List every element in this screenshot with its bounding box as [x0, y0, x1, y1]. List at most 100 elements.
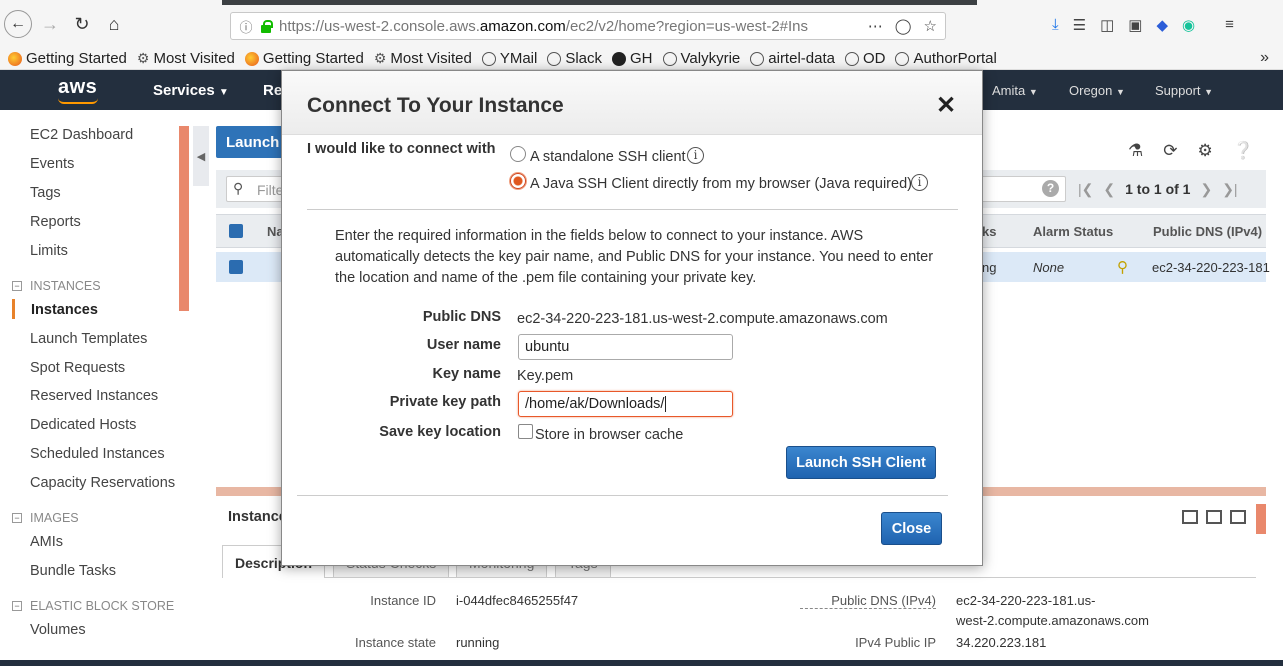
column-alarm-status[interactable]: Alarm Status — [1033, 224, 1113, 239]
sidebar-item-spot-requests[interactable]: Spot Requests — [30, 360, 125, 376]
url-bar[interactable]: ⓘ https://us-west-2.console.aws.amazon.c… — [230, 12, 946, 40]
instance-id-label: Instance ID — [370, 593, 436, 608]
maximize-panel-icon[interactable] — [1182, 510, 1198, 524]
lock-icon[interactable] — [259, 19, 273, 33]
details-scrollbar[interactable] — [1256, 504, 1266, 534]
bookmark-item[interactable]: ⚙ Most Visited — [137, 50, 235, 67]
bookmark-label: GH — [630, 50, 653, 67]
radio-standalone-label[interactable]: A standalone SSH client — [530, 149, 686, 165]
globe-icon — [750, 51, 765, 66]
bookmark-item[interactable]: AuthorPortal — [895, 50, 997, 67]
collapse-sidebar-button[interactable]: ◀ — [193, 126, 209, 186]
bookmark-label: YMail — [499, 50, 538, 67]
bookmark-item[interactable]: ⚙ Most Visited — [374, 50, 472, 67]
sidebar-item-bundle-tasks[interactable]: Bundle Tasks — [30, 563, 116, 579]
sidebar-section-instances[interactable]: − INSTANCES — [12, 279, 101, 293]
row-checkbox[interactable] — [229, 260, 243, 274]
column-status-checks[interactable]: ks — [982, 224, 996, 239]
launch-instance-button[interactable]: Launch — [216, 126, 284, 158]
sidebar-item-volumes[interactable]: Volumes — [30, 622, 86, 638]
tabs-divider — [222, 577, 1256, 578]
sidebar-item-amis[interactable]: AMIs — [30, 534, 63, 550]
sidebar-item-tags[interactable]: Tags — [30, 185, 61, 201]
prev-page-icon[interactable]: ❮ — [1103, 181, 1115, 198]
sidebar-item-reports[interactable]: Reports — [30, 214, 81, 230]
filter-help-icon[interactable]: ? — [1042, 180, 1059, 197]
refresh-icon[interactable]: ⟳ — [1163, 141, 1177, 161]
column-public-dns[interactable]: Public DNS (IPv4) — [1153, 224, 1262, 239]
services-menu[interactable]: Services ▼ — [153, 82, 229, 99]
store-in-cache-checkbox[interactable] — [518, 424, 533, 439]
forward-arrow-icon[interactable]: → — [36, 10, 64, 38]
bookmark-item[interactable]: Slack — [547, 50, 602, 67]
pager: |❮ ❮ 1 to 1 of 1 ❯ ❯| — [1078, 181, 1238, 198]
private-key-path-input[interactable]: /home/ak/Downloads/ — [518, 391, 733, 417]
help-icon[interactable]: ❔ — [1233, 141, 1254, 161]
sidebar-item-instances[interactable]: Instances — [31, 302, 98, 318]
screenshot-icon[interactable]: ▣ — [1128, 16, 1142, 34]
info-icon[interactable]: i — [911, 174, 928, 191]
search-icon: ⚲ — [233, 180, 244, 196]
back-arrow-icon[interactable]: ← — [4, 10, 32, 38]
bookmark-item[interactable]: Getting Started — [244, 50, 364, 67]
grammarly-icon[interactable]: ◉ — [1182, 16, 1195, 34]
flask-icon[interactable]: ⚗ — [1128, 141, 1143, 161]
instructions-text: Enter the required information in the fi… — [335, 228, 934, 286]
minimize-panel-icon[interactable] — [1230, 510, 1246, 524]
menu-icon[interactable]: ≡ — [1225, 16, 1234, 34]
radio-standalone-ssh[interactable] — [510, 146, 526, 162]
bookmark-item[interactable]: Valykyrie — [662, 50, 740, 67]
page-actions-icon[interactable]: ⋯ — [868, 17, 883, 35]
store-in-cache-label[interactable]: Store in browser cache — [535, 427, 683, 443]
library-icon[interactable]: ☰ — [1073, 16, 1086, 34]
bookmark-item[interactable]: airtel-data — [750, 50, 835, 67]
public-dns-label[interactable]: Public DNS (IPv4) — [800, 593, 936, 609]
restore-panel-icon[interactable] — [1206, 510, 1222, 524]
url-text[interactable]: https://us-west-2.console.aws.amazon.com… — [279, 18, 859, 35]
region-menu[interactable]: Oregon ▼ — [1069, 83, 1125, 98]
radio-java-ssh[interactable] — [510, 173, 526, 189]
bookmark-item[interactable]: Getting Started — [8, 50, 127, 67]
site-info-icon[interactable]: ⓘ — [235, 17, 257, 36]
bookmark-star-icon[interactable]: ☆ — [924, 17, 937, 35]
close-icon[interactable]: ✕ — [936, 91, 956, 120]
sidebar-item-ec2-dashboard[interactable]: EC2 Dashboard — [30, 127, 133, 143]
sidebar-section-ebs[interactable]: − ELASTIC BLOCK STORE — [12, 599, 174, 613]
user-name-input[interactable]: ubuntu — [518, 334, 733, 360]
sidebar-item-events[interactable]: Events — [30, 156, 74, 172]
bookmarks-overflow-icon[interactable]: » — [1260, 49, 1269, 67]
sidebar-item-capacity-reservations[interactable]: Capacity Reservations — [30, 475, 175, 491]
sidebar-scrollbar[interactable] — [179, 126, 189, 311]
sidebar-item-dedicated-hosts[interactable]: Dedicated Hosts — [30, 417, 136, 433]
launch-ssh-client-button[interactable]: Launch SSH Client — [786, 446, 936, 479]
sidebar-icon[interactable]: ◫ — [1100, 16, 1114, 34]
first-page-icon[interactable]: |❮ — [1078, 181, 1093, 198]
download-icon[interactable]: ⤓ — [1052, 16, 1059, 34]
resource-groups-menu[interactable]: Re — [263, 82, 282, 99]
sidebar-item-limits[interactable]: Limits — [30, 243, 68, 259]
next-page-icon[interactable]: ❯ — [1200, 181, 1212, 198]
bookmark-item[interactable]: YMail — [481, 50, 538, 67]
bookmark-item[interactable]: GH — [612, 50, 653, 67]
radio-java-label[interactable]: A Java SSH Client directly from my brows… — [530, 176, 912, 192]
close-button[interactable]: Close — [881, 512, 942, 545]
reload-icon[interactable]: ↻ — [68, 10, 96, 38]
select-all-checkbox[interactable] — [229, 224, 243, 238]
pocket-icon[interactable]: ◯ — [895, 17, 912, 35]
footer-divider — [297, 495, 948, 496]
bookmark-item[interactable]: OD — [844, 50, 885, 67]
extension-icon[interactable]: ◆ — [1156, 16, 1168, 34]
alarm-add-icon[interactable]: ⚲ — [1117, 258, 1128, 276]
user-menu[interactable]: Amita ▼ — [992, 83, 1038, 98]
sidebar-section-images[interactable]: − IMAGES — [12, 511, 79, 525]
last-page-icon[interactable]: ❯| — [1222, 181, 1237, 198]
settings-gear-icon[interactable]: ⚙ — [1198, 141, 1213, 161]
sidebar-item-launch-templates[interactable]: Launch Templates — [30, 331, 147, 347]
sidebar-item-reserved-instances[interactable]: Reserved Instances — [30, 388, 158, 404]
support-label: Support — [1155, 83, 1201, 98]
sidebar-item-scheduled-instances[interactable]: Scheduled Instances — [30, 446, 165, 462]
home-icon[interactable]: ⌂ — [100, 10, 128, 38]
aws-logo[interactable]: aws — [58, 76, 98, 104]
info-icon[interactable]: i — [687, 147, 704, 164]
support-menu[interactable]: Support ▼ — [1155, 83, 1213, 98]
